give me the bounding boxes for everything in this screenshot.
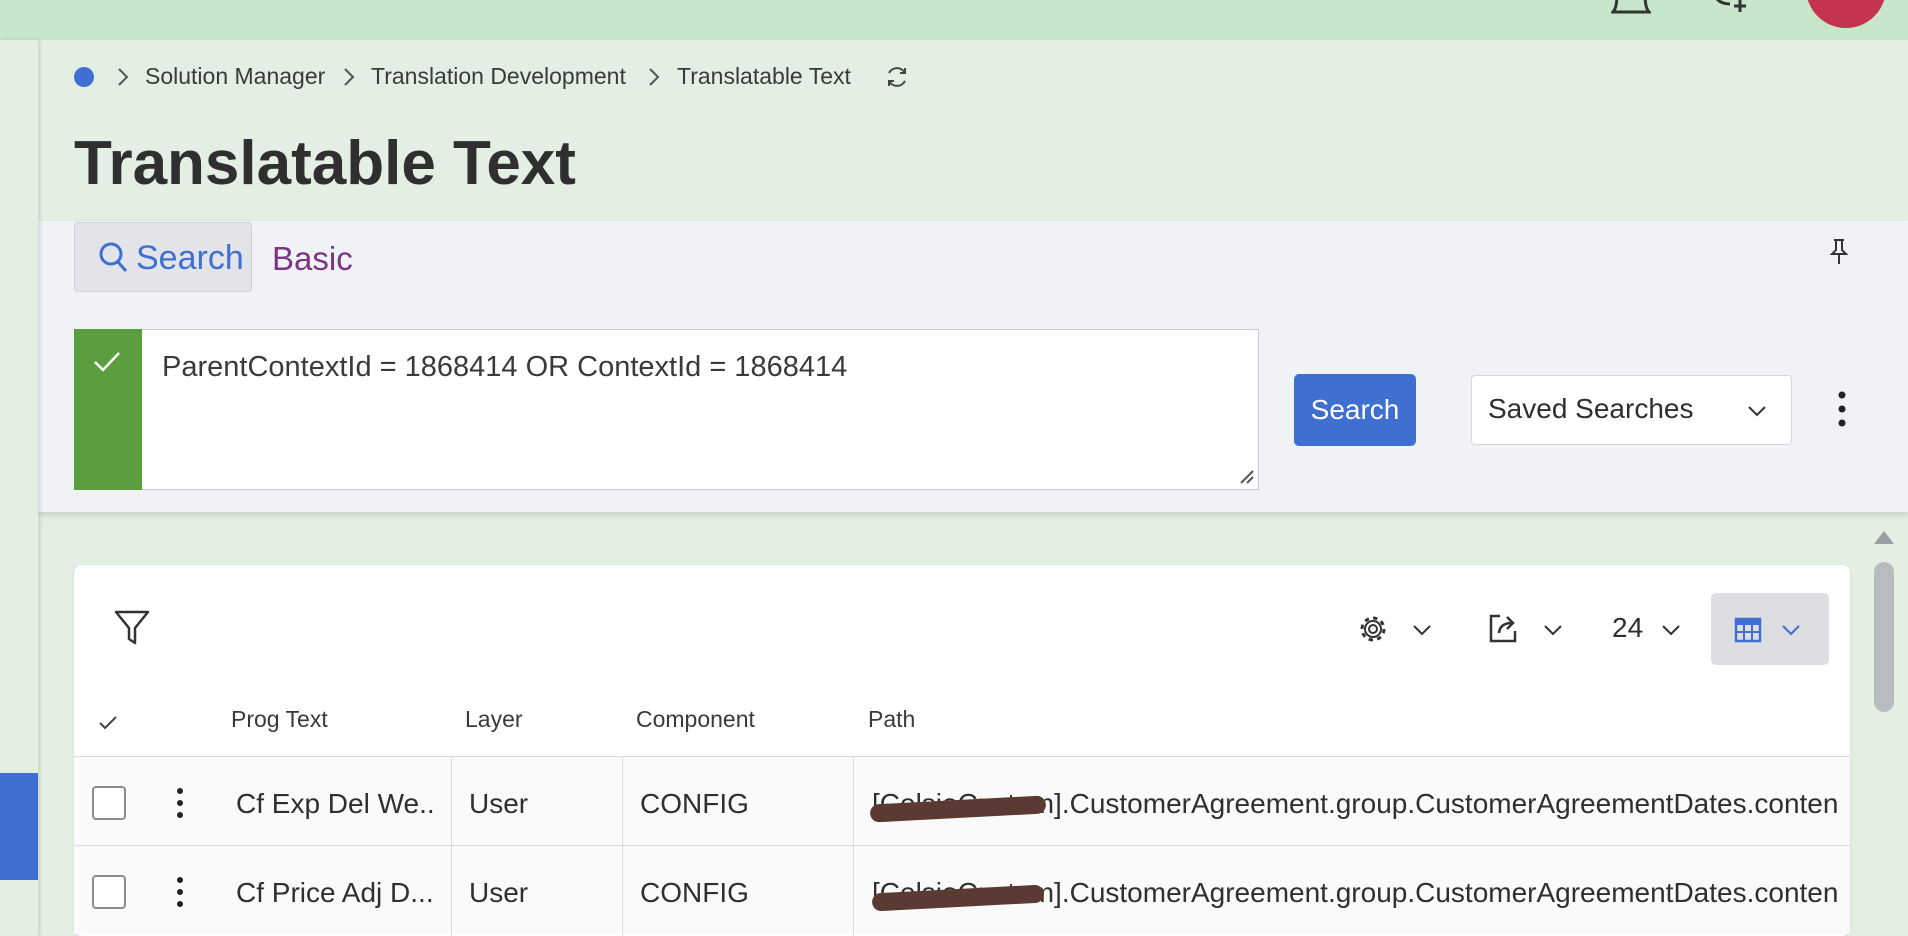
tab-search-label[interactable]: Search bbox=[136, 239, 244, 278]
refresh-icon[interactable] bbox=[884, 64, 910, 90]
resize-handle-icon[interactable] bbox=[1237, 467, 1255, 485]
left-nav-active-tab[interactable] bbox=[0, 773, 38, 880]
chevron-down-icon bbox=[1746, 400, 1768, 422]
column-divider bbox=[451, 845, 452, 936]
bell-icon[interactable] bbox=[1611, 0, 1651, 18]
column-divider bbox=[853, 756, 854, 845]
saved-searches-label: Saved Searches bbox=[1488, 393, 1694, 424]
chevron-right-icon bbox=[116, 66, 130, 88]
filter-icon[interactable] bbox=[114, 609, 150, 647]
more-vertical-icon[interactable] bbox=[1836, 390, 1848, 430]
column-header-path[interactable]: Path bbox=[868, 706, 915, 733]
breadcrumb-item-translation-development[interactable]: Translation Development bbox=[371, 63, 626, 90]
cell-component: CONFIG bbox=[640, 788, 749, 819]
breadcrumb-item-solution-manager[interactable]: Solution Manager bbox=[145, 63, 325, 90]
search-query-text[interactable]: ParentContextId = 1868414 OR ContextId =… bbox=[162, 351, 847, 384]
gear-icon[interactable] bbox=[1356, 612, 1390, 646]
search-icon bbox=[98, 241, 128, 273]
column-header-component[interactable]: Component bbox=[636, 706, 755, 733]
row-checkbox[interactable] bbox=[92, 875, 126, 909]
row-checkbox[interactable] bbox=[92, 786, 126, 820]
breadcrumb-home-icon[interactable] bbox=[74, 67, 94, 87]
scrollbar-thumb[interactable] bbox=[1874, 562, 1894, 712]
cell-layer: User bbox=[469, 788, 529, 819]
search-button[interactable]: Search bbox=[1294, 374, 1416, 446]
cell-layer: User bbox=[469, 877, 529, 908]
page-size-select[interactable]: 24 bbox=[1612, 612, 1643, 644]
tab-basic[interactable]: Basic bbox=[272, 240, 353, 278]
add-user-icon[interactable] bbox=[1712, 0, 1752, 18]
chevron-right-icon bbox=[342, 66, 356, 88]
column-divider bbox=[622, 756, 623, 845]
column-divider bbox=[622, 845, 623, 936]
view-mode-button[interactable] bbox=[1711, 593, 1829, 665]
select-all-check-icon[interactable] bbox=[98, 714, 118, 732]
chevron-down-icon bbox=[1780, 619, 1802, 641]
chevron-right-icon bbox=[647, 66, 661, 88]
row-more-icon[interactable] bbox=[174, 875, 186, 909]
chevron-down-icon[interactable] bbox=[1411, 619, 1433, 641]
export-icon[interactable] bbox=[1488, 612, 1518, 644]
column-header-layer[interactable]: Layer bbox=[465, 706, 523, 733]
check-icon bbox=[92, 350, 122, 374]
breadcrumb-item-translatable-text: Translatable Text bbox=[677, 63, 851, 89]
table-view-icon bbox=[1734, 617, 1762, 643]
scroll-up-arrow[interactable] bbox=[1872, 528, 1896, 546]
row-more-icon[interactable] bbox=[174, 786, 186, 820]
cell-component: CONFIG bbox=[640, 877, 749, 908]
chevron-down-icon[interactable] bbox=[1542, 619, 1564, 641]
column-header-prog-text[interactable]: Prog Text bbox=[231, 706, 328, 733]
page-title: Translatable Text bbox=[74, 129, 576, 198]
chevron-down-icon[interactable] bbox=[1660, 619, 1682, 641]
cell-prog-text: Cf Price Adj D... bbox=[236, 877, 434, 908]
cell-prog-text: Cf Exp Del We... bbox=[236, 788, 436, 819]
pin-icon[interactable] bbox=[1828, 238, 1850, 266]
column-divider bbox=[451, 756, 452, 845]
column-divider bbox=[853, 845, 854, 936]
